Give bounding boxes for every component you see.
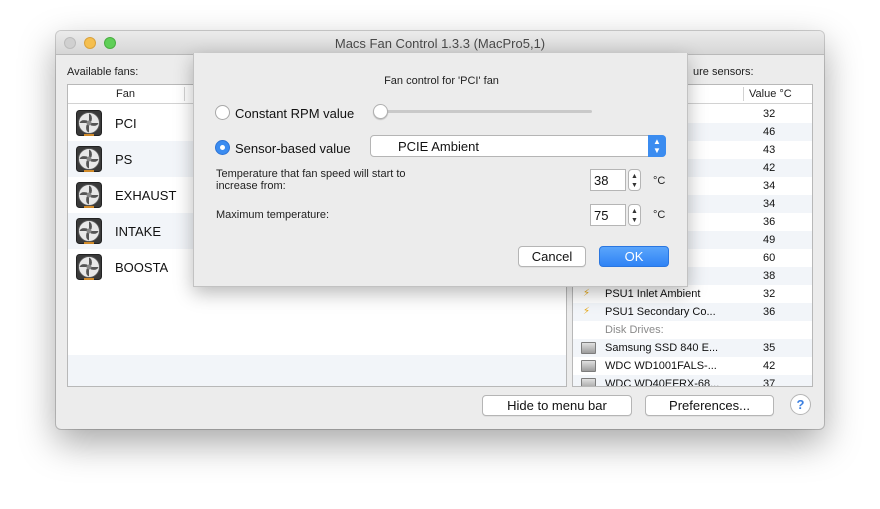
hard-drive-icon: [581, 342, 596, 354]
column-divider: [743, 87, 744, 101]
sensor-select-value: PCIE Ambient: [398, 139, 479, 154]
start-temp-unit: °C: [653, 175, 666, 187]
disk-name: WDC WD1001FALS-...: [605, 360, 717, 372]
sensor-value: 49: [763, 234, 776, 246]
start-temp-label: Temperature that fan speed will start to…: [216, 168, 406, 192]
max-temp-unit: °C: [653, 209, 666, 221]
sensor-value: 34: [763, 198, 776, 210]
help-button[interactable]: ?: [790, 394, 811, 415]
ok-button[interactable]: OK: [599, 246, 669, 267]
fan-name: PS: [115, 152, 133, 167]
disk-row[interactable]: WDC WD1001FALS-... 42: [573, 357, 812, 375]
fan-icon: [76, 218, 102, 244]
hard-drive-icon: [581, 378, 596, 386]
lightning-icon: ⚡: [583, 288, 591, 299]
start-temp-label-line2: increase from:: [216, 180, 286, 192]
max-temp-stepper[interactable]: ▲ ▼: [628, 204, 641, 226]
sensor-select[interactable]: PCIE Ambient ▲ ▼: [370, 135, 666, 157]
disk-value: 42: [763, 360, 776, 372]
preferences-button[interactable]: Preferences...: [645, 395, 774, 416]
fan-name: EXHAUST: [115, 188, 177, 203]
sensor-name: PSU1 Inlet Ambient: [605, 288, 701, 300]
fan-icon: [76, 110, 102, 136]
sensor-value: 43: [763, 144, 776, 156]
sensor-row[interactable]: ⚡ PSU1 Secondary Co... 36: [573, 303, 812, 321]
fan-icon: [76, 254, 102, 280]
sensor-name: PSU1 Secondary Co...: [605, 306, 716, 318]
disk-name: Samsung SSD 840 E...: [605, 342, 719, 354]
column-divider: [184, 87, 185, 101]
empty-row: [68, 355, 566, 386]
sensor-value: 36: [763, 216, 776, 228]
fan-name: BOOSTA: [115, 260, 169, 275]
fans-label: Available fans:: [67, 66, 139, 78]
sensor-value: 42: [763, 162, 776, 174]
rpm-slider-track[interactable]: [380, 110, 592, 113]
fan-name: PCI: [115, 116, 137, 131]
disk-row[interactable]: Samsung SSD 840 E... 35: [573, 339, 812, 357]
sensors-label: ure sensors:: [693, 66, 754, 78]
disk-row[interactable]: WDC WD40EFRX-68... 37: [573, 375, 812, 387]
start-temp-label-line1: Temperature that fan speed will start to: [216, 168, 406, 180]
fan-icon: [76, 182, 102, 208]
sensor-value: 32: [763, 108, 776, 120]
disk-group-label: Disk Drives:: [605, 324, 664, 336]
fan-icon: [76, 146, 102, 172]
constant-rpm-radio[interactable]: [215, 105, 230, 120]
window-title: Macs Fan Control 1.3.3 (MacPro5,1): [334, 36, 546, 51]
disk-name: WDC WD40EFRX-68...: [605, 378, 720, 387]
hard-drive-icon: [581, 360, 596, 372]
sensor-row[interactable]: ⚡ PSU1 Inlet Ambient 32: [573, 285, 812, 303]
hide-to-menu-bar-button[interactable]: Hide to menu bar: [482, 395, 632, 416]
value-column-header[interactable]: Value °C: [749, 88, 792, 100]
lightning-icon: ⚡: [583, 306, 591, 317]
empty-row: [68, 320, 566, 356]
start-temp-stepper[interactable]: ▲ ▼: [628, 169, 641, 191]
max-temp-input[interactable]: 75: [590, 204, 626, 226]
fan-name: INTAKE: [115, 224, 161, 239]
sensor-value: 32: [763, 288, 776, 300]
fan-control-sheet: Fan control for 'PCI' fan Constant RPM v…: [193, 53, 688, 287]
cancel-button[interactable]: Cancel: [518, 246, 586, 267]
disk-value: 37: [763, 378, 776, 387]
fan-column-header[interactable]: Fan: [116, 88, 135, 100]
dialog-title: Fan control for 'PCI' fan: [384, 75, 499, 87]
title-bar[interactable]: Macs Fan Control 1.3.3 (MacPro5,1): [56, 31, 824, 55]
rpm-slider-knob[interactable]: [373, 104, 388, 119]
sensor-based-label[interactable]: Sensor-based value: [235, 141, 351, 156]
chevron-updown-icon: ▲ ▼: [648, 135, 666, 157]
constant-rpm-label[interactable]: Constant RPM value: [235, 106, 354, 121]
sensor-value: 36: [763, 306, 776, 318]
max-temp-label: Maximum temperature:: [216, 209, 330, 221]
sensor-value: 38: [763, 270, 776, 282]
sensor-value: 60: [763, 252, 776, 264]
disk-value: 35: [763, 342, 776, 354]
sensor-value: 46: [763, 126, 776, 138]
disk-group-row: Disk Drives:: [573, 321, 812, 339]
sensor-based-radio[interactable]: [215, 140, 230, 155]
sensor-value: 34: [763, 180, 776, 192]
start-temp-input[interactable]: 38: [590, 169, 626, 191]
